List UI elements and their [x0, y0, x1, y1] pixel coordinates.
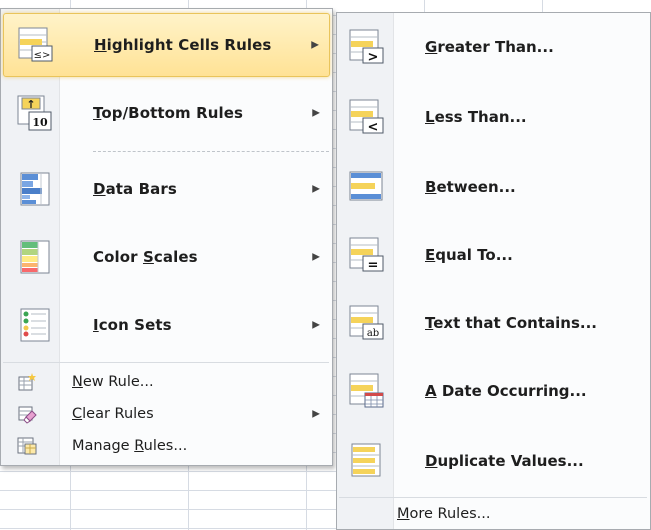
submenu-item-more-rules[interactable]: More Rules...: [397, 506, 491, 522]
menu-item-new-rule[interactable]: New Rule...: [3, 368, 330, 396]
submenu-arrow-icon: ▶: [312, 319, 320, 331]
menu-item-top-bottom-rules[interactable]: ↑ 10 Top/Bottom Rules ▶: [3, 81, 330, 145]
submenu-item-between[interactable]: Between...: [339, 155, 649, 219]
greater-glyph: >: [368, 50, 379, 65]
menu-item-icon-sets[interactable]: Icon Sets ▶: [3, 293, 330, 357]
manage-rules-icon: [17, 437, 37, 455]
icon-sets-icon: [20, 308, 50, 342]
menu-separator: [93, 151, 329, 152]
conditional-formatting-menu: ≤> Highlight Cells Rules ▶ ↑ 10 Top/Bott…: [0, 8, 333, 466]
submenu-item-date-occurring[interactable]: A Date Occurring...: [339, 359, 649, 423]
menu-item-label: Highlight Cells Rules: [94, 36, 272, 54]
submenu-arrow-icon: ▶: [312, 251, 320, 263]
submenu-separator: [339, 497, 647, 498]
submenu-item-label: Greater Than...: [425, 38, 554, 56]
submenu-item-label: Equal To...: [425, 246, 513, 264]
submenu-item-less-than[interactable]: < Less Than...: [339, 85, 649, 149]
menu-item-highlight-cells-rules[interactable]: ≤> Highlight Cells Rules ▶: [3, 13, 330, 77]
top-bottom-rules-icon: ↑ 10: [17, 95, 52, 131]
menu-item-label: Clear Rules: [72, 406, 154, 422]
submenu-item-label: Between...: [425, 178, 516, 196]
highlight-cells-rules-icon: ≤>: [18, 27, 53, 62]
duplicate-values-icon: [351, 443, 381, 477]
menu-item-color-scales[interactable]: Color Scales ▶: [3, 225, 330, 289]
submenu-item-label: Duplicate Values...: [425, 452, 584, 470]
ab-glyph: ab: [367, 328, 379, 339]
submenu-arrow-icon: ▶: [312, 107, 320, 119]
equal-to-icon: =: [349, 237, 384, 273]
menu-item-label: Top/Bottom Rules: [93, 104, 244, 122]
menu-item-label: Icon Sets: [93, 316, 172, 334]
clear-rules-icon: [18, 406, 37, 424]
menu-item-label: Manage Rules...: [72, 438, 188, 454]
between-icon: [349, 171, 383, 201]
submenu-item-equal-to[interactable]: = Equal To...: [339, 223, 649, 287]
date-occurring-icon: [349, 373, 384, 408]
menu-item-label: Color Scales: [93, 248, 198, 266]
less-greater-glyph: ≤>: [34, 50, 51, 61]
submenu-arrow-icon: ▶: [312, 183, 320, 195]
menu-item-label: New Rule...: [72, 374, 154, 390]
greater-than-icon: >: [349, 29, 384, 65]
color-scales-icon: [20, 240, 50, 274]
submenu-item-label: A Date Occurring...: [425, 382, 587, 400]
menu-item-label: Data Bars: [93, 180, 177, 198]
data-bars-icon: [20, 172, 50, 206]
menu-item-clear-rules[interactable]: Clear Rules ▶: [3, 400, 330, 428]
submenu-item-text-that-contains[interactable]: ab Text that Contains...: [339, 291, 649, 355]
equal-glyph: =: [368, 258, 379, 273]
less-glyph: <: [368, 120, 379, 135]
highlight-cells-rules-submenu: > Greater Than... < Less Than... Between…: [336, 12, 651, 530]
submenu-item-label: Less Than...: [425, 108, 527, 126]
menu-item-data-bars[interactable]: Data Bars ▶: [3, 157, 330, 221]
text-contains-icon: ab: [349, 305, 384, 340]
ten-glyph: 10: [32, 116, 48, 129]
submenu-item-greater-than[interactable]: > Greater Than...: [339, 15, 649, 79]
submenu-item-label: Text that Contains...: [425, 314, 597, 332]
submenu-arrow-icon: ▶: [311, 39, 319, 51]
up-arrow-glyph: ↑: [26, 98, 35, 111]
submenu-arrow-icon: ▶: [312, 408, 320, 420]
submenu-item-duplicate-values[interactable]: Duplicate Values...: [339, 429, 649, 493]
new-rule-icon: [18, 373, 36, 391]
menu-separator: [3, 362, 329, 363]
less-than-icon: <: [349, 99, 384, 135]
menu-item-manage-rules[interactable]: Manage Rules...: [3, 432, 330, 460]
